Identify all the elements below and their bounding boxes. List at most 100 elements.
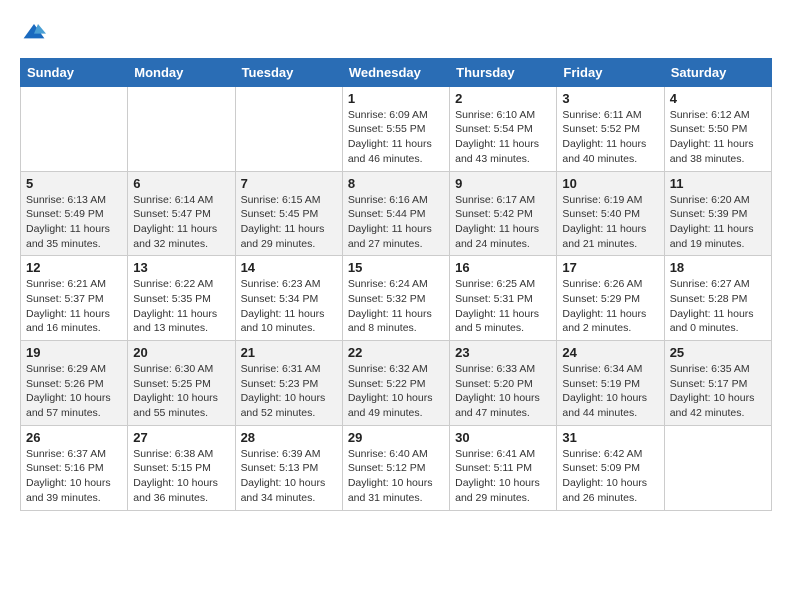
day-number: 19 [26,345,122,360]
day-number: 11 [670,176,766,191]
day-number: 3 [562,91,658,106]
day-number: 5 [26,176,122,191]
calendar-cell: 20 Sunrise: 6:30 AM Sunset: 5:25 PM Dayli… [128,341,235,426]
day-info: Sunrise: 6:41 AM Sunset: 5:11 PM Dayligh… [455,447,551,506]
calendar-week-row: 19 Sunrise: 6:29 AM Sunset: 5:26 PM Dayli… [21,341,772,426]
page-header [20,20,772,42]
calendar-cell: 15Sunrise: 6:24 AM Sunset: 5:32 PM Dayli… [342,256,449,341]
calendar-cell: 3Sunrise: 6:11 AM Sunset: 5:52 PM Daylig… [557,86,664,171]
day-number: 25 [670,345,766,360]
day-number: 2 [455,91,551,106]
day-info: Sunrise: 6:26 AM Sunset: 5:29 PM Dayligh… [562,277,658,336]
calendar-cell: 31 Sunrise: 6:42 AM Sunset: 5:09 PM Dayli… [557,425,664,510]
weekday-header-wednesday: Wednesday [342,58,449,86]
calendar-cell: 23Sunrise: 6:33 AM Sunset: 5:20 PM Dayli… [450,341,557,426]
calendar-cell [21,86,128,171]
day-info: Sunrise: 6:24 AM Sunset: 5:32 PM Dayligh… [348,277,444,336]
day-number: 7 [241,176,337,191]
day-number: 4 [670,91,766,106]
calendar-cell: 22 Sunrise: 6:32 AM Sunset: 5:22 PM Dayli… [342,341,449,426]
calendar-cell: 16 Sunrise: 6:25 AM Sunset: 5:31 PM Dayli… [450,256,557,341]
calendar-cell: 13 Sunrise: 6:22 AM Sunset: 5:35 PM Dayli… [128,256,235,341]
day-info: Sunrise: 6:19 AM Sunset: 5:40 PM Dayligh… [562,193,658,252]
weekday-header-saturday: Saturday [664,58,771,86]
day-info: Sunrise: 6:39 AM Sunset: 5:13 PM Dayligh… [241,447,337,506]
calendar-cell: 27 Sunrise: 6:38 AM Sunset: 5:15 PM Dayli… [128,425,235,510]
day-number: 26 [26,430,122,445]
calendar-cell: 24 Sunrise: 6:34 AM Sunset: 5:19 PM Dayli… [557,341,664,426]
day-number: 9 [455,176,551,191]
day-number: 16 [455,260,551,275]
day-info: Sunrise: 6:30 AM Sunset: 5:25 PM Dayligh… [133,362,229,421]
day-number: 14 [241,260,337,275]
weekday-header-friday: Friday [557,58,664,86]
day-number: 27 [133,430,229,445]
calendar-cell: 29Sunrise: 6:40 AM Sunset: 5:12 PM Dayli… [342,425,449,510]
day-info: Sunrise: 6:20 AM Sunset: 5:39 PM Dayligh… [670,193,766,252]
day-number: 8 [348,176,444,191]
day-info: Sunrise: 6:42 AM Sunset: 5:09 PM Dayligh… [562,447,658,506]
calendar-cell: 17 Sunrise: 6:26 AM Sunset: 5:29 PM Dayli… [557,256,664,341]
day-info: Sunrise: 6:34 AM Sunset: 5:19 PM Dayligh… [562,362,658,421]
day-info: Sunrise: 6:17 AM Sunset: 5:42 PM Dayligh… [455,193,551,252]
calendar-cell: 12 Sunrise: 6:21 AM Sunset: 5:37 PM Dayli… [21,256,128,341]
weekday-header-sunday: Sunday [21,58,128,86]
day-info: Sunrise: 6:23 AM Sunset: 5:34 PM Dayligh… [241,277,337,336]
calendar-cell: 8 Sunrise: 6:16 AM Sunset: 5:44 PM Daylig… [342,171,449,256]
calendar-cell: 2 Sunrise: 6:10 AM Sunset: 5:54 PM Daylig… [450,86,557,171]
calendar-cell [128,86,235,171]
calendar-week-row: 26 Sunrise: 6:37 AM Sunset: 5:16 PM Dayli… [21,425,772,510]
day-number: 18 [670,260,766,275]
day-number: 12 [26,260,122,275]
day-number: 22 [348,345,444,360]
calendar-header-row: SundayMondayTuesdayWednesdayThursdayFrid… [21,58,772,86]
day-info: Sunrise: 6:09 AM Sunset: 5:55 PM Dayligh… [348,108,444,167]
day-info: Sunrise: 6:15 AM Sunset: 5:45 PM Dayligh… [241,193,337,252]
day-info: Sunrise: 6:27 AM Sunset: 5:28 PM Dayligh… [670,277,766,336]
calendar-cell: 30Sunrise: 6:41 AM Sunset: 5:11 PM Dayli… [450,425,557,510]
day-number: 31 [562,430,658,445]
calendar-cell: 26 Sunrise: 6:37 AM Sunset: 5:16 PM Dayli… [21,425,128,510]
calendar-week-row: 5Sunrise: 6:13 AM Sunset: 5:49 PM Daylig… [21,171,772,256]
day-number: 10 [562,176,658,191]
calendar-week-row: 1 Sunrise: 6:09 AM Sunset: 5:55 PM Daylig… [21,86,772,171]
day-info: Sunrise: 6:37 AM Sunset: 5:16 PM Dayligh… [26,447,122,506]
calendar-cell: 7 Sunrise: 6:15 AM Sunset: 5:45 PM Daylig… [235,171,342,256]
day-number: 24 [562,345,658,360]
day-info: Sunrise: 6:38 AM Sunset: 5:15 PM Dayligh… [133,447,229,506]
day-number: 1 [348,91,444,106]
calendar-cell: 10 Sunrise: 6:19 AM Sunset: 5:40 PM Dayli… [557,171,664,256]
day-info: Sunrise: 6:16 AM Sunset: 5:44 PM Dayligh… [348,193,444,252]
weekday-header-thursday: Thursday [450,58,557,86]
day-number: 28 [241,430,337,445]
calendar-cell: 11 Sunrise: 6:20 AM Sunset: 5:39 PM Dayli… [664,171,771,256]
day-info: Sunrise: 6:22 AM Sunset: 5:35 PM Dayligh… [133,277,229,336]
day-info: Sunrise: 6:14 AM Sunset: 5:47 PM Dayligh… [133,193,229,252]
day-info: Sunrise: 6:32 AM Sunset: 5:22 PM Dayligh… [348,362,444,421]
calendar-cell: 18 Sunrise: 6:27 AM Sunset: 5:28 PM Dayli… [664,256,771,341]
day-info: Sunrise: 6:33 AM Sunset: 5:20 PM Dayligh… [455,362,551,421]
calendar-cell: 28 Sunrise: 6:39 AM Sunset: 5:13 PM Dayli… [235,425,342,510]
day-number: 13 [133,260,229,275]
calendar-table: SundayMondayTuesdayWednesdayThursdayFrid… [20,58,772,511]
day-info: Sunrise: 6:25 AM Sunset: 5:31 PM Dayligh… [455,277,551,336]
day-info: Sunrise: 6:40 AM Sunset: 5:12 PM Dayligh… [348,447,444,506]
weekday-header-monday: Monday [128,58,235,86]
calendar-cell: 4 Sunrise: 6:12 AM Sunset: 5:50 PM Daylig… [664,86,771,171]
day-info: Sunrise: 6:21 AM Sunset: 5:37 PM Dayligh… [26,277,122,336]
calendar-cell: 5Sunrise: 6:13 AM Sunset: 5:49 PM Daylig… [21,171,128,256]
day-number: 6 [133,176,229,191]
day-number: 17 [562,260,658,275]
day-info: Sunrise: 6:29 AM Sunset: 5:26 PM Dayligh… [26,362,122,421]
calendar-cell: 21Sunrise: 6:31 AM Sunset: 5:23 PM Dayli… [235,341,342,426]
calendar-cell [664,425,771,510]
logo [20,20,48,42]
calendar-week-row: 12 Sunrise: 6:21 AM Sunset: 5:37 PM Dayli… [21,256,772,341]
calendar-cell: 9 Sunrise: 6:17 AM Sunset: 5:42 PM Daylig… [450,171,557,256]
calendar-cell: 14 Sunrise: 6:23 AM Sunset: 5:34 PM Dayli… [235,256,342,341]
day-number: 20 [133,345,229,360]
day-info: Sunrise: 6:12 AM Sunset: 5:50 PM Dayligh… [670,108,766,167]
day-info: Sunrise: 6:10 AM Sunset: 5:54 PM Dayligh… [455,108,551,167]
logo-icon [22,22,46,42]
calendar-cell: 19 Sunrise: 6:29 AM Sunset: 5:26 PM Dayli… [21,341,128,426]
